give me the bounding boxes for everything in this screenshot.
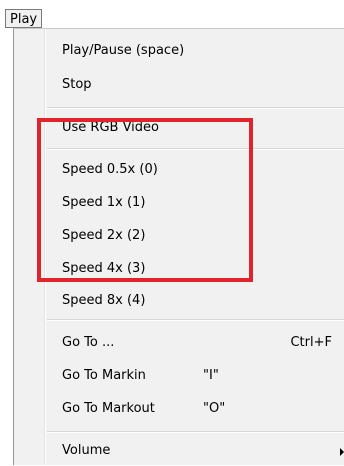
menu-separator: [47, 431, 344, 433]
menu-item-label: Stop: [62, 77, 92, 92]
submenu-arrow-icon: [340, 448, 344, 456]
menu-item-go-to-markin[interactable]: Go To Markin "I": [14, 361, 344, 391]
menu-item-speed-2x[interactable]: Speed 2x (2): [14, 221, 344, 251]
menu-item-speed-1x[interactable]: Speed 1x (1): [14, 188, 344, 218]
menu-item-label: Speed 8x (4): [62, 293, 146, 308]
play-dropdown-menu: Play/Pause (space) Stop Use RGB Video Sp…: [13, 28, 344, 465]
menu-item-shortcut: Ctrl+F: [290, 335, 332, 350]
menu-item-label: Use RGB Video: [62, 120, 159, 135]
menu-item-label: Volume: [62, 443, 111, 458]
menu-item-label: Play/Pause (space): [62, 43, 185, 58]
menu-item-use-rgb-video[interactable]: Use RGB Video: [14, 113, 344, 143]
menu-item-speed-0-5x[interactable]: Speed 0.5x (0): [14, 155, 344, 185]
menu-item-stop[interactable]: Stop: [14, 70, 344, 100]
menu-play[interactable]: Play: [5, 9, 43, 28]
menu-item-label: Go To Markin: [62, 368, 146, 383]
menu-item-go-to-markout[interactable]: Go To Markout "O": [14, 394, 344, 424]
menu-item-label: Speed 0.5x (0): [62, 162, 158, 177]
menu-item-hint: "I": [203, 368, 219, 383]
menu-separator: [47, 319, 344, 321]
menu-item-go-to[interactable]: Go To ... Ctrl+F: [14, 328, 344, 358]
menu-item-volume[interactable]: Volume: [14, 436, 344, 466]
menu-item-label: Speed 2x (2): [62, 228, 146, 243]
menu-item-play-pause[interactable]: Play/Pause (space): [14, 36, 344, 66]
menu-item-label: Speed 1x (1): [62, 195, 146, 210]
menu-item-speed-8x[interactable]: Speed 8x (4): [14, 286, 344, 316]
menu-item-hint: "O": [203, 401, 226, 416]
menu-separator: [47, 107, 344, 109]
menu-item-label: Speed 4x (3): [62, 261, 146, 276]
menu-item-label: Go To Markout: [62, 401, 155, 416]
menu-item-speed-4x[interactable]: Speed 4x (3): [14, 254, 344, 284]
menu-bar: Play: [0, 0, 344, 28]
menu-item-label: Go To ...: [62, 335, 115, 350]
menu-separator: [47, 148, 344, 150]
